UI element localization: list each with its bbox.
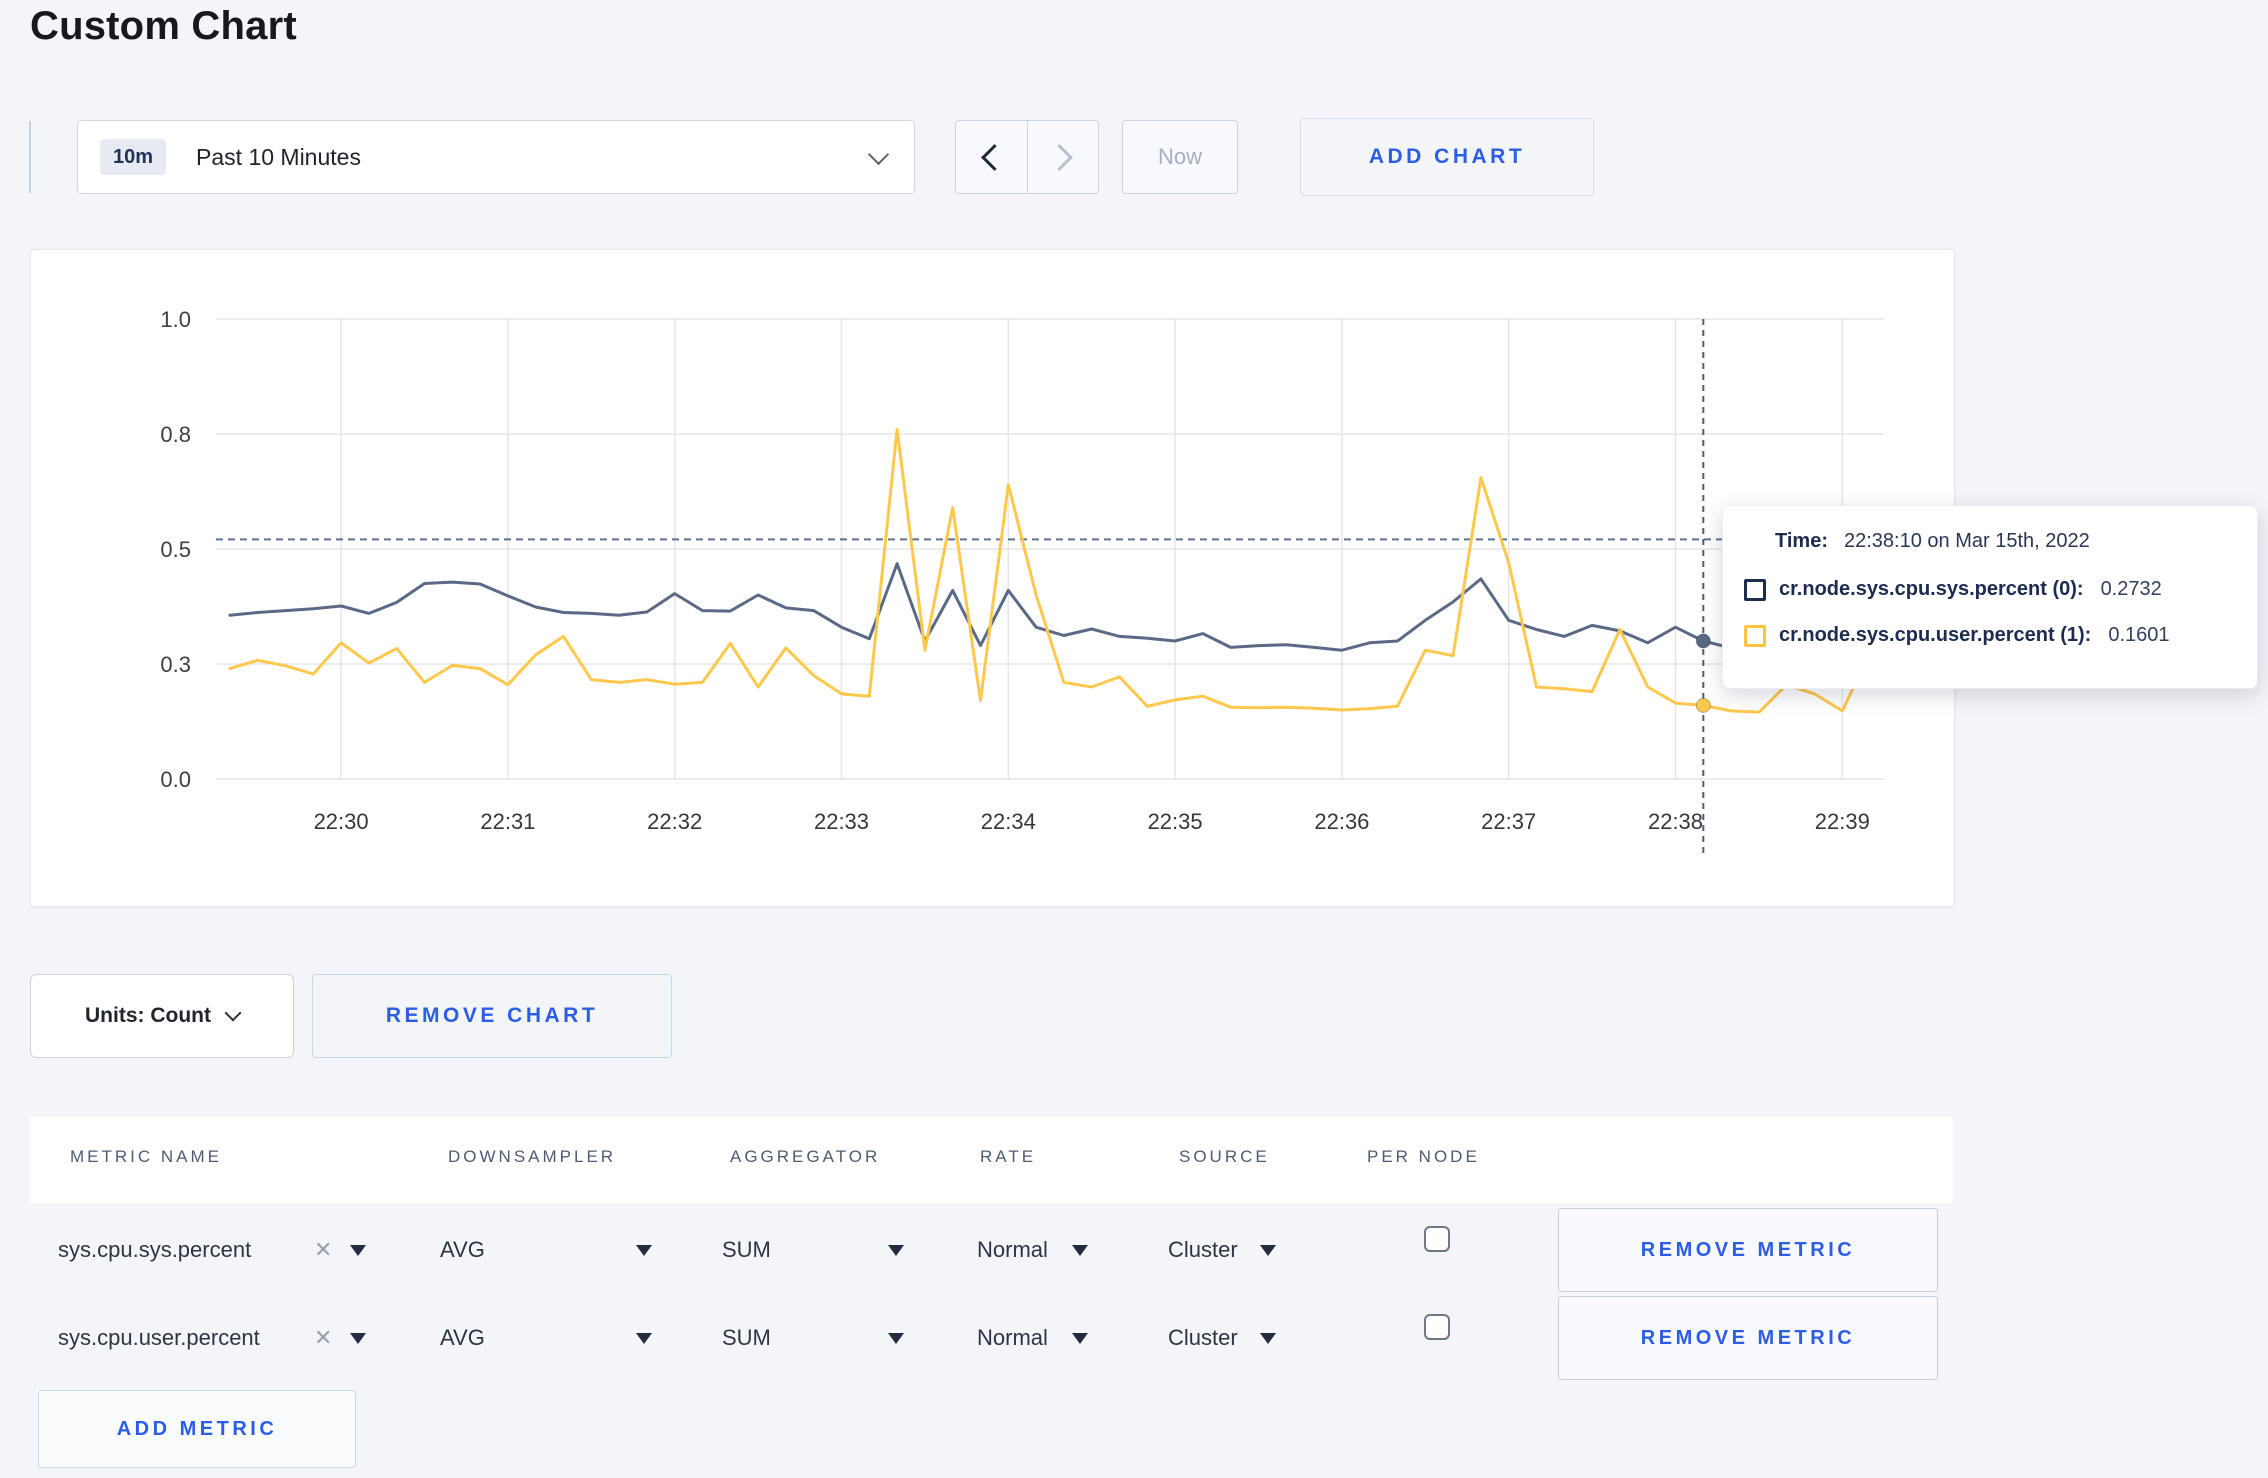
chevron-left-icon — [980, 143, 1008, 171]
series-sys-legend-swatch-icon — [1744, 578, 1766, 601]
tooltip-user-value: 0.1601 — [2108, 624, 2170, 646]
units-label: Units: Count — [85, 1004, 211, 1027]
page-title: Custom Chart — [30, 4, 297, 48]
svg-text:22:31: 22:31 — [480, 809, 535, 834]
caret-down-icon — [1072, 1333, 1088, 1344]
next-time-button[interactable] — [1026, 121, 1099, 193]
chevron-down-icon — [867, 143, 890, 165]
caret-down-icon — [636, 1245, 652, 1256]
caret-down-icon — [350, 1333, 366, 1344]
add-metric-button[interactable]: ADD METRIC — [38, 1390, 356, 1468]
svg-text:22:32: 22:32 — [647, 809, 702, 834]
now-button[interactable]: Now — [1122, 120, 1238, 194]
caret-down-icon — [1260, 1245, 1276, 1256]
chevron-right-icon — [1046, 143, 1074, 171]
chart-card: 0.0 0.3 0.5 0.8 1.0 22:30 22:31 22:32 22:33 22:34… — [30, 249, 1955, 907]
svg-text:22:37: 22:37 — [1481, 809, 1536, 834]
metric-name-select[interactable]: sys.cpu.sys.percent — [58, 1206, 251, 1294]
header-source: SOURCE — [1179, 1147, 1270, 1166]
aggregator-select[interactable]: SUM — [722, 1206, 771, 1294]
svg-text:22:36: 22:36 — [1314, 809, 1369, 834]
svg-text:1.0: 1.0 — [160, 307, 191, 332]
downsampler-select[interactable]: AVG — [440, 1294, 485, 1382]
remove-chart-button[interactable]: REMOVE CHART — [312, 974, 672, 1058]
clear-metric-icon[interactable]: ✕ — [314, 1206, 332, 1294]
prev-time-button[interactable] — [956, 121, 1027, 193]
time-range-label: Past 10 Minutes — [196, 143, 361, 170]
table-row: sys.cpu.user.percent ✕ AVG SUM Normal Cl… — [30, 1294, 1953, 1382]
svg-text:0.8: 0.8 — [160, 422, 191, 447]
table-row: sys.cpu.sys.percent ✕ AVG SUM Normal Clu… — [30, 1206, 1953, 1294]
tooltip-sys-label: cr.node.sys.cpu.sys.percent (0): — [1779, 578, 2084, 600]
rate-select[interactable]: Normal — [977, 1206, 1048, 1294]
chevron-down-icon — [224, 1004, 242, 1022]
header-aggregator: AGGREGATOR — [730, 1147, 881, 1166]
caret-down-icon — [636, 1333, 652, 1344]
header-downsampler: DOWNSAMPLER — [448, 1147, 617, 1166]
toolbar-divider — [29, 121, 31, 193]
per-node-checkbox[interactable] — [1424, 1226, 1450, 1252]
svg-text:0.3: 0.3 — [160, 652, 191, 677]
svg-text:22:35: 22:35 — [1148, 809, 1203, 834]
svg-text:22:39: 22:39 — [1815, 809, 1870, 834]
svg-text:0.0: 0.0 — [160, 767, 191, 792]
metric-name-select[interactable]: sys.cpu.user.percent — [58, 1294, 260, 1382]
header-metric-name: METRIC NAME — [70, 1147, 222, 1166]
metrics-table: METRIC NAME DOWNSAMPLER AGGREGATOR RATE … — [30, 1117, 1953, 1478]
header-rate: RATE — [980, 1147, 1037, 1166]
clear-metric-icon[interactable]: ✕ — [314, 1294, 332, 1382]
units-dropdown[interactable]: Units: Count — [30, 974, 294, 1058]
chart-tooltip: Time: 22:38:10 on Mar 15th, 2022 cr.node… — [1722, 505, 2258, 689]
aggregator-select[interactable]: SUM — [722, 1294, 771, 1382]
downsampler-select[interactable]: AVG — [440, 1206, 485, 1294]
source-select[interactable]: Cluster — [1168, 1294, 1238, 1382]
time-range-badge: 10m — [100, 139, 167, 175]
caret-down-icon — [350, 1245, 366, 1256]
add-chart-button[interactable]: ADD CHART — [1300, 118, 1594, 196]
svg-text:22:38: 22:38 — [1648, 809, 1703, 834]
caret-down-icon — [888, 1333, 904, 1344]
source-select[interactable]: Cluster — [1168, 1206, 1238, 1294]
chart-svg[interactable]: 0.0 0.3 0.5 0.8 1.0 22:30 22:31 22:32 22:33 22:34… — [31, 250, 1954, 906]
svg-text:22:34: 22:34 — [981, 809, 1036, 834]
tooltip-time-value: 22:38:10 on Mar 15th, 2022 — [1843, 530, 2090, 552]
caret-down-icon — [1260, 1333, 1276, 1344]
caret-down-icon — [888, 1245, 904, 1256]
rate-select[interactable]: Normal — [977, 1294, 1048, 1382]
tooltip-time-label: Time: — [1775, 530, 1828, 552]
tooltip-user-label: cr.node.sys.cpu.user.percent (1): — [1779, 624, 2092, 646]
series-user-legend-swatch-icon — [1744, 624, 1766, 647]
remove-metric-button[interactable]: REMOVE METRIC — [1558, 1208, 1938, 1292]
metrics-table-header: METRIC NAME DOWNSAMPLER AGGREGATOR RATE … — [30, 1117, 1953, 1203]
svg-text:22:33: 22:33 — [814, 809, 869, 834]
remove-metric-button[interactable]: REMOVE METRIC — [1558, 1296, 1938, 1380]
time-step-button-group — [955, 120, 1099, 194]
svg-text:0.5: 0.5 — [160, 537, 191, 562]
header-per-node: PER NODE — [1367, 1147, 1480, 1166]
svg-text:22:30: 22:30 — [314, 809, 369, 834]
caret-down-icon — [1072, 1245, 1088, 1256]
time-range-dropdown[interactable]: 10m Past 10 Minutes — [77, 120, 915, 194]
tooltip-sys-value: 0.2732 — [2100, 578, 2162, 600]
per-node-checkbox[interactable] — [1424, 1314, 1450, 1340]
